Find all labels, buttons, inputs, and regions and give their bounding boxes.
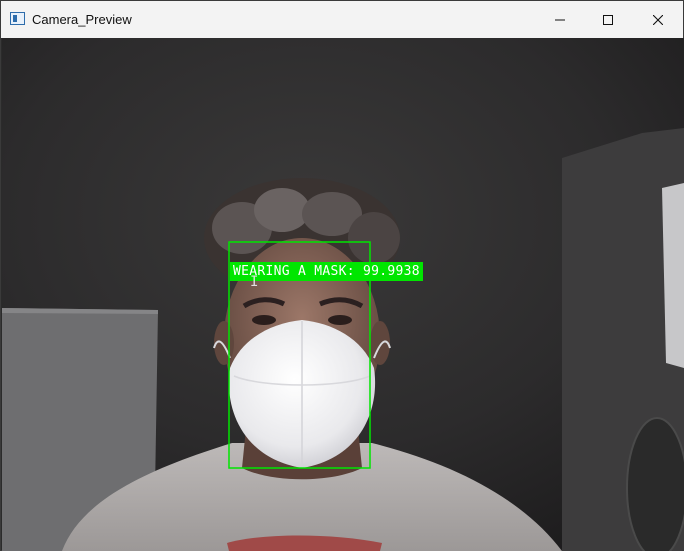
app-icon xyxy=(10,12,25,25)
title-bar[interactable]: Camera_Preview xyxy=(1,1,683,38)
close-icon xyxy=(653,14,663,25)
minimize-icon xyxy=(555,19,565,20)
minimize-button[interactable] xyxy=(537,1,583,38)
maximize-icon xyxy=(603,14,613,25)
detection-label: WEARING A MASK: 99.9938 xyxy=(230,262,423,281)
camera-feed: WEARING A MASK: 99.9938 I xyxy=(2,38,684,551)
window-title: Camera_Preview xyxy=(32,12,132,27)
close-button[interactable] xyxy=(635,1,681,38)
camera-preview-window: Camera_Preview WEARING A MASK: 99.9938 I xyxy=(0,0,684,551)
ibeam-cursor-icon: I xyxy=(250,274,259,290)
camera-frame-image xyxy=(2,38,684,551)
maximize-button[interactable] xyxy=(585,1,631,38)
